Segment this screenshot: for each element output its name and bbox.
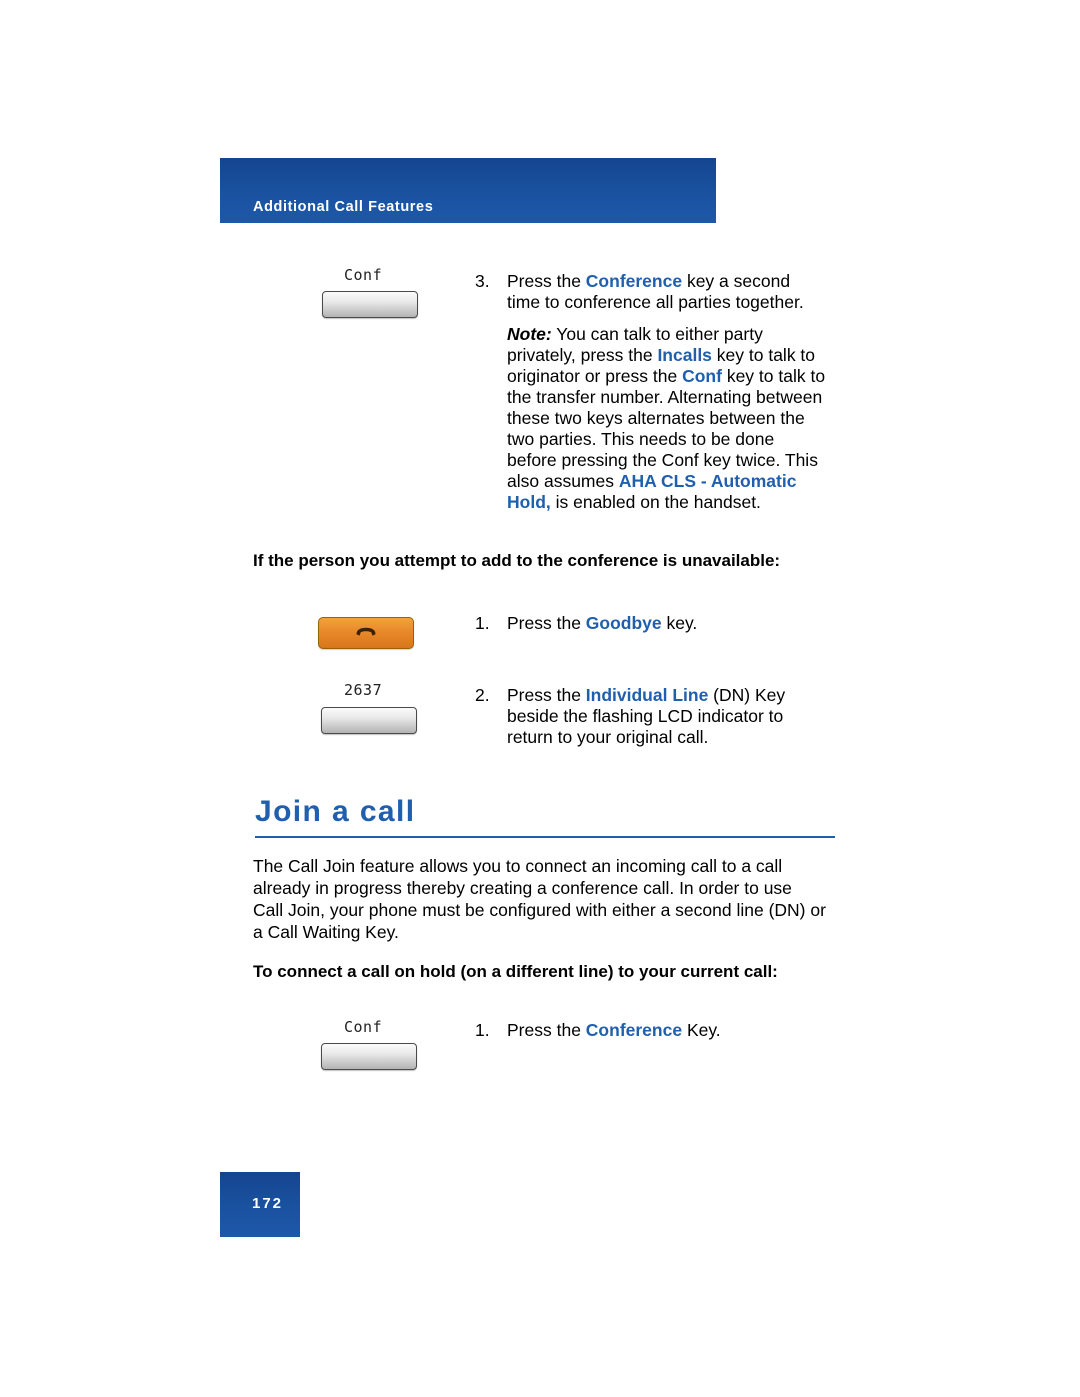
note-line-1-text: You can talk to either party (551, 324, 763, 344)
u-step1-c: key. (661, 613, 698, 633)
j-step1-c: Key. (682, 1020, 721, 1040)
step-3-line-1: Press the Conference key a second (507, 271, 847, 293)
section-divider (255, 836, 835, 838)
step3-text-a: Press the (507, 271, 586, 291)
step3-conference-keyword: Conference (585, 271, 683, 291)
conf-key-button-top[interactable] (322, 291, 418, 318)
step-3-number: 3. (475, 271, 490, 291)
unavailable-step-2-line-3: return to your original call. (507, 727, 709, 747)
note-line-1: Note: You can talk to either party (507, 324, 867, 346)
join-body-line-4: a Call Waiting Key. (253, 922, 399, 942)
conference-keyword-bottom: Conference (585, 1020, 683, 1040)
unavailable-step-2-line-2: beside the flashing LCD indicator to (507, 706, 784, 726)
unavailable-step-1-text: Press the Goodbye key. (507, 613, 847, 635)
incalls-keyword: Incalls (657, 345, 712, 365)
conf-key-label-bottom: Conf (344, 1018, 383, 1036)
goodbye-key-button[interactable] (318, 617, 414, 649)
unavailable-step-1-number: 1. (475, 613, 490, 633)
step3-text-c: key a second (682, 271, 791, 291)
join-step-1-number: 1. (475, 1020, 490, 1040)
unavailable-heading: If the person you attempt to add to the … (253, 551, 781, 570)
document-page: Additional Call Features Conf 3. Press t… (0, 0, 1080, 1397)
goodbye-keyword: Goodbye (585, 613, 662, 633)
note-l2-a: privately, press the (507, 345, 658, 365)
join-body-line-1: The Call Join feature allows you to conn… (253, 856, 783, 876)
join-body-line-3: Call Join, your phone must be configured… (253, 900, 826, 920)
note-line-3: originator or press the Conf key to talk… (507, 366, 867, 388)
note-l3-a: originator or press the (507, 366, 683, 386)
note-l9-c: is enabled on the handset. (550, 492, 761, 512)
header-title: Additional Call Features (253, 199, 434, 215)
note-l3-c: key to talk to (721, 366, 826, 386)
unavailable-step-2-number: 2. (475, 685, 490, 705)
conf-keyword: Conf (682, 366, 722, 386)
note-line-5: these two keys alternates between the (507, 408, 805, 428)
step-3-line-2: time to conference all parties together. (507, 292, 804, 312)
u-step2-a: Press the (507, 685, 586, 705)
note-line-6: two parties. This needs to be done (507, 429, 775, 449)
note-l8-a: also assumes (507, 471, 619, 491)
u-step2-c: (DN) Key (708, 685, 786, 705)
conf-key-button-bottom[interactable] (321, 1043, 417, 1070)
hold-keyword: Hold, (507, 492, 551, 512)
aha-cls-keyword: AHA CLS - Automatic (618, 471, 797, 491)
note-line-8: also assumes AHA CLS - Automatic (507, 471, 877, 493)
page-number: 172 (252, 1195, 284, 1212)
note-l2-c: key to talk to (711, 345, 816, 365)
conf-key-label-top: Conf (344, 266, 383, 284)
join-step-1-text: Press the Conference Key. (507, 1020, 867, 1042)
unavailable-step-2-line-1: Press the Individual Line (DN) Key (507, 685, 867, 707)
note-line-7: before pressing the Conf key twice. This (507, 450, 818, 470)
individual-line-keyword: Individual Line (585, 685, 709, 705)
join-subheading: To connect a call on hold (on a differen… (253, 962, 778, 981)
join-body-line-2: already in progress thereby creating a c… (253, 878, 792, 898)
dn-key-label: 2637 (344, 681, 383, 699)
u-step1-a: Press the (507, 613, 586, 633)
note-line-4: the transfer number. Alternating between (507, 387, 823, 407)
handset-icon (356, 627, 376, 636)
note-line-9: Hold, is enabled on the handset. (507, 492, 877, 514)
page-title: Join a call (255, 795, 416, 828)
note-line-2: privately, press the Incalls key to talk… (507, 345, 867, 367)
dn-key-button[interactable] (321, 707, 417, 734)
j-step1-a: Press the (507, 1020, 586, 1040)
note-label: Note: (507, 324, 552, 344)
